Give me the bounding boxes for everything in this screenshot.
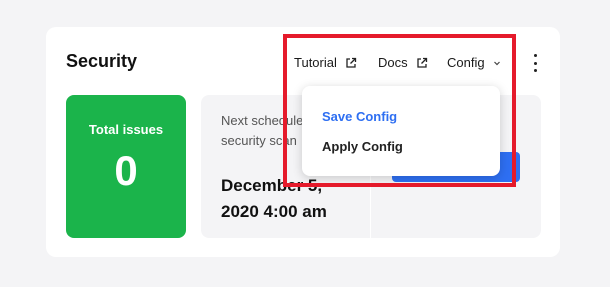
total-issues-count: 0 bbox=[114, 147, 138, 194]
total-issues-label: Total issues bbox=[88, 122, 164, 137]
more-vertical-icon[interactable] bbox=[528, 54, 542, 72]
highlight-box bbox=[283, 34, 516, 187]
section-title: Security bbox=[66, 51, 138, 71]
total-issues-tile: Total issues 0 bbox=[66, 95, 186, 238]
